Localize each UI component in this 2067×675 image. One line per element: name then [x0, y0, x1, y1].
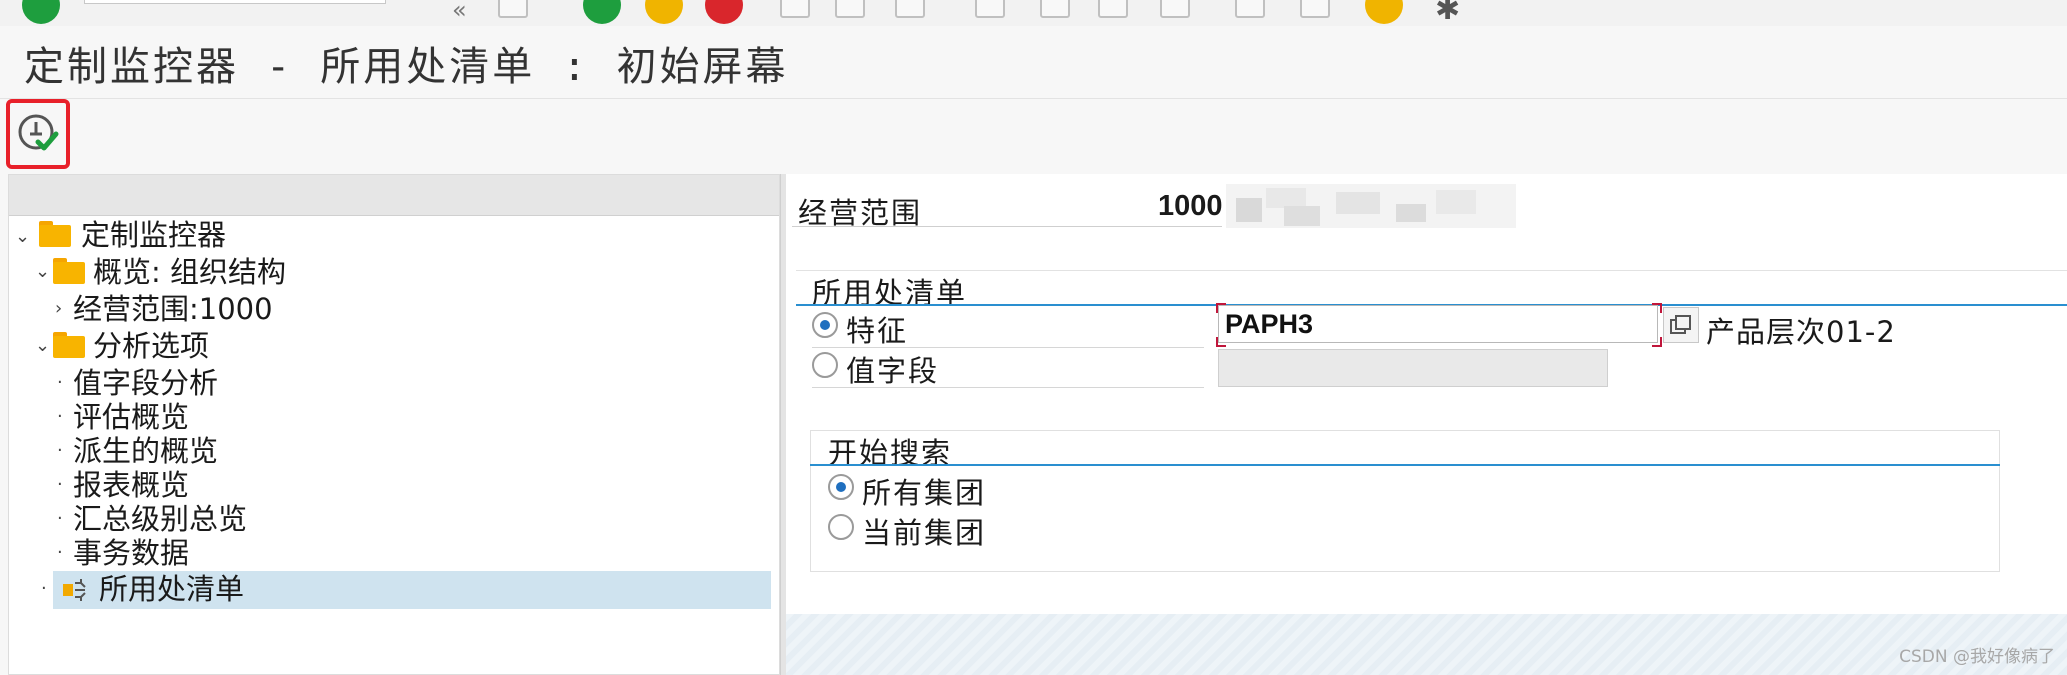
value-field-input: [1218, 349, 1608, 387]
search-group-frame: [810, 430, 2000, 572]
tree-node-org-structure[interactable]: ⌄ 概览: 组织结构: [35, 254, 435, 290]
application-toolbar: [0, 99, 2067, 171]
selection-form: 经营范围 1000 所用处清单 特征 PAPH3 产品层次01-2 值字段 开始…: [786, 174, 2067, 614]
tree-node-label: 分析选项: [93, 329, 210, 363]
row-separator: [812, 387, 1204, 388]
bullet: ·: [57, 406, 63, 427]
characteristic-radio[interactable]: [812, 312, 838, 338]
tree-node-analysis-options[interactable]: ⌄ 分析选项: [35, 328, 435, 364]
print-icon[interactable]: [780, 0, 810, 18]
command-field[interactable]: [84, 0, 386, 4]
confirm-icon[interactable]: [22, 0, 60, 24]
tree-node-derivation-overview[interactable]: · 派生的概览: [57, 433, 457, 469]
expand-arrow-icon[interactable]: ⌄: [35, 328, 50, 364]
tree-node-root[interactable]: ⌄ 定制监控器: [15, 217, 415, 253]
value-help-button[interactable]: [1663, 307, 1699, 343]
prev-page-icon[interactable]: [1040, 0, 1070, 18]
group-frame-top: [796, 270, 2067, 271]
execute-button[interactable]: [6, 99, 70, 169]
where-used-icon: [63, 579, 86, 601]
focus-corner: [1216, 303, 1226, 313]
next-page-icon[interactable]: [1098, 0, 1128, 18]
standard-toolbar: « ✱: [0, 0, 2067, 27]
operating-concern-value: 1000: [1158, 190, 1223, 222]
divider-line: [792, 226, 1222, 227]
folder-icon: [53, 258, 85, 284]
all-groups-label: 所有集团: [862, 476, 987, 510]
tree-node-value-field-analysis[interactable]: · 值字段分析: [57, 365, 457, 401]
tree-node-label: 定制监控器: [81, 218, 227, 252]
value-help-icon: [1670, 315, 1691, 334]
folder-icon: [39, 221, 71, 247]
focus-corner: [1216, 337, 1226, 347]
current-group-radio[interactable]: [828, 514, 854, 540]
watermark: CSDN @我好像病了: [1899, 647, 2055, 667]
find-icon[interactable]: [835, 0, 865, 18]
expand-command-icon[interactable]: «: [452, 0, 467, 24]
characteristic-input[interactable]: PAPH3: [1218, 305, 1658, 343]
bullet: ·: [57, 508, 63, 529]
cancel-icon[interactable]: [705, 0, 743, 24]
first-page-icon[interactable]: [975, 0, 1005, 18]
save-icon[interactable]: [498, 0, 528, 18]
focus-corner: [1652, 337, 1662, 347]
blurred-description: [1226, 184, 1516, 228]
page-title: 定制监控器 - 所用处清单 : 初始屏幕: [24, 44, 789, 90]
tree-node-label: 事务数据: [73, 536, 190, 570]
exit-icon[interactable]: [645, 0, 683, 24]
create-session-icon[interactable]: [1235, 0, 1265, 18]
tree-node-valuation-overview[interactable]: · 评估概览: [57, 399, 457, 435]
tree-node-label: 派生的概览: [73, 434, 219, 468]
bullet: ·: [57, 372, 63, 393]
expand-arrow-icon[interactable]: ⌄: [35, 254, 50, 290]
bullet: ·: [57, 474, 63, 495]
execute-icon: [18, 114, 59, 151]
settings-icon[interactable]: ✱: [1435, 0, 1460, 26]
back-icon[interactable]: [583, 0, 621, 24]
last-page-icon[interactable]: [1160, 0, 1190, 18]
navigation-tree: ⌄ 定制监控器 ⌄ 概览: 组织结构 › 经营范围:1000 ⌄ 分析选项 · …: [8, 174, 780, 675]
tree-node-summarization-overview[interactable]: · 汇总级别总览: [57, 501, 457, 537]
help-icon[interactable]: [1365, 0, 1403, 24]
tree-node-operating-concern[interactable]: › 经营范围:1000: [55, 291, 455, 327]
tree-node-label: 所用处清单: [99, 572, 245, 606]
group-separator: [810, 464, 2000, 466]
folder-icon: [53, 332, 85, 358]
find-next-icon[interactable]: [895, 0, 925, 18]
tree-node-label: 汇总级别总览: [73, 502, 248, 536]
characteristic-description: 产品层次01-2: [1706, 315, 1896, 349]
bullet: ·: [57, 542, 63, 563]
tree-node-label: 报表概览: [73, 468, 190, 502]
bullet: ·: [57, 440, 63, 461]
tree-node-report-overview[interactable]: · 报表概览: [57, 467, 457, 503]
focus-corner: [1652, 303, 1662, 313]
tree-node-label: 经营范围:1000: [73, 292, 273, 326]
tree-header: [9, 175, 779, 216]
title-bar: 定制监控器 - 所用处清单 : 初始屏幕: [0, 26, 2067, 99]
tree-node-label: 评估概览: [73, 400, 190, 434]
all-groups-radio[interactable]: [828, 474, 854, 500]
value-field-radio[interactable]: [812, 352, 838, 378]
tree-node-where-used-list[interactable]: · 所用处清单: [41, 571, 771, 609]
form-footer-pattern: [786, 614, 2067, 675]
tree-node-label: 值字段分析: [73, 366, 219, 400]
shortcut-icon[interactable]: [1300, 0, 1330, 18]
collapsed-arrow-icon[interactable]: ›: [55, 291, 62, 327]
value-field-label: 值字段: [846, 354, 940, 388]
current-group-label: 当前集团: [862, 516, 987, 550]
characteristic-label: 特征: [846, 314, 909, 348]
expand-arrow-icon[interactable]: ⌄: [15, 219, 30, 255]
tree-node-transaction-data[interactable]: · 事务数据: [57, 535, 457, 571]
tree-node-label: 概览: 组织结构: [93, 255, 286, 289]
bullet: ·: [41, 578, 47, 599]
